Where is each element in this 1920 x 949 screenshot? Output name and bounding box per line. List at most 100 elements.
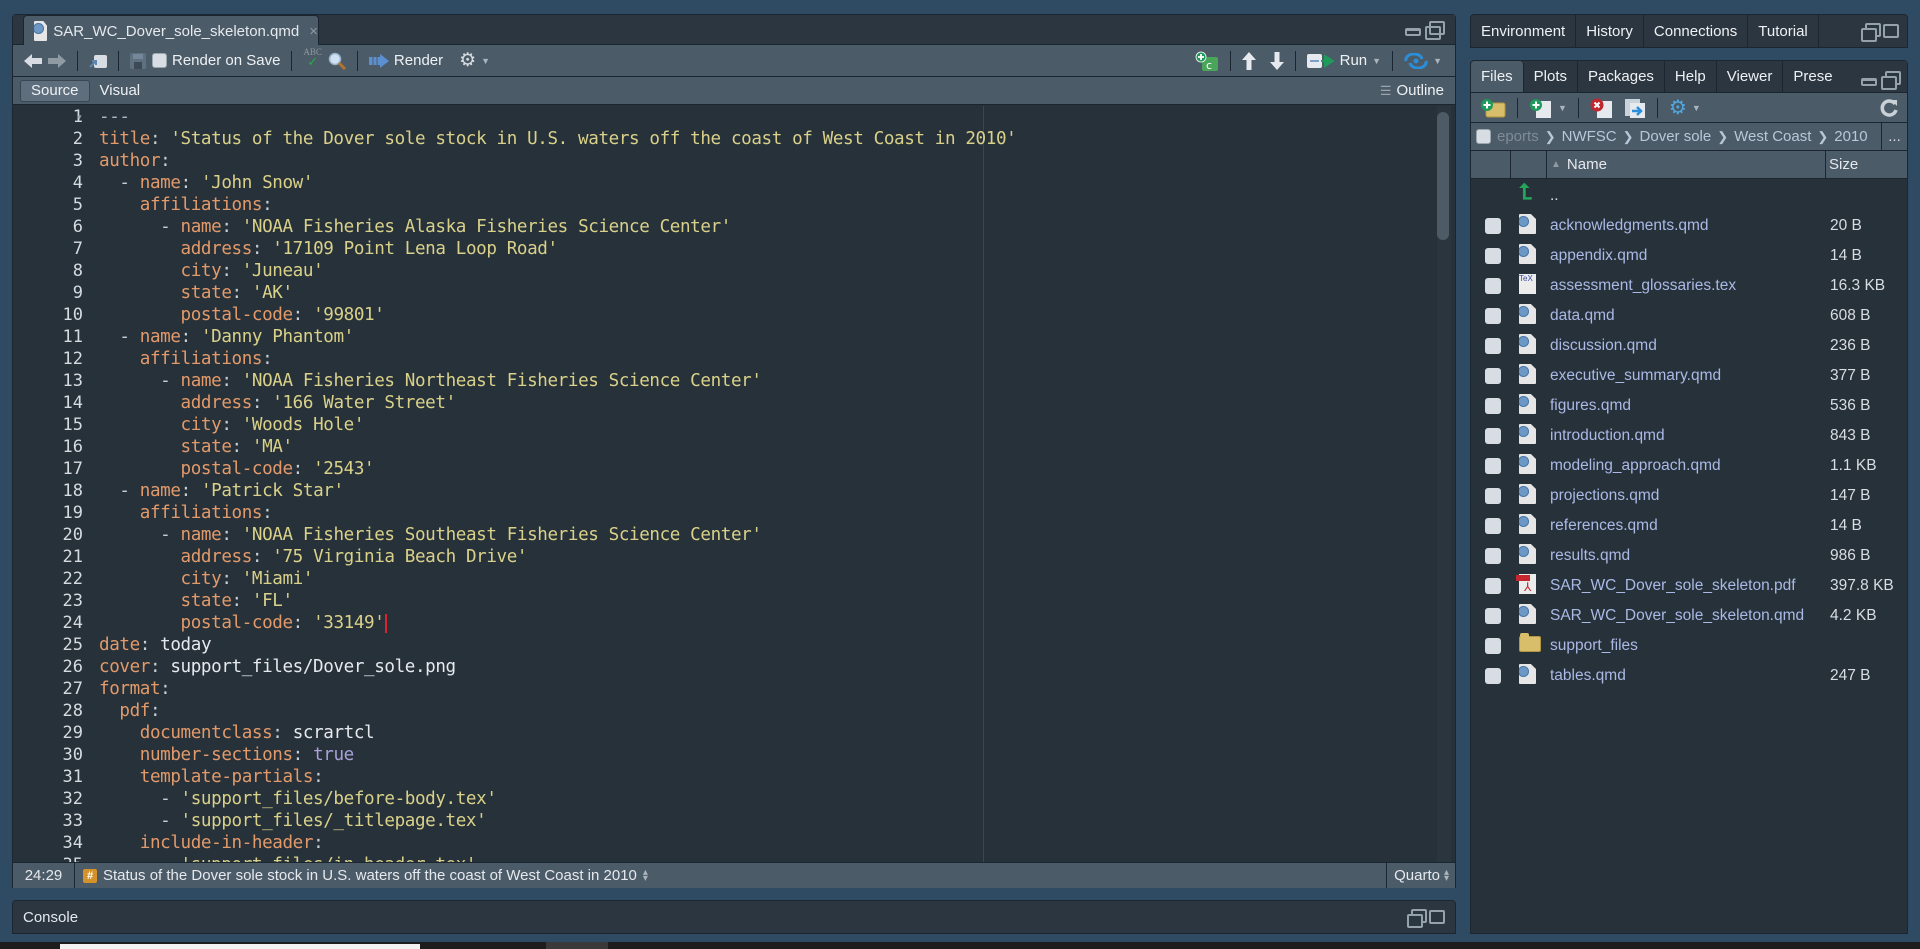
file-select-checkbox[interactable]	[1485, 308, 1501, 324]
file-select-checkbox[interactable]	[1485, 248, 1501, 264]
file-select-checkbox[interactable]	[1485, 278, 1501, 294]
file-select-checkbox[interactable]	[1485, 428, 1501, 444]
file-row[interactable]: SAR_WC_Dover_sole_skeleton.pdf 397.8 KB	[1471, 571, 1907, 601]
parent-directory-label[interactable]: ..	[1550, 187, 1559, 205]
file-name-link[interactable]: figures.qmd	[1550, 397, 1631, 415]
code-line[interactable]: ---	[99, 106, 130, 128]
code-line[interactable]: date: today	[99, 634, 212, 656]
code-line[interactable]: - name: 'John Snow'	[99, 172, 313, 194]
breadcrumb-item[interactable]: 2010	[1834, 128, 1867, 145]
file-row[interactable]: TeX assessment_glossaries.tex 16.3 KB	[1471, 271, 1907, 301]
code-line[interactable]: state: 'FL'	[99, 590, 294, 612]
file-select-checkbox[interactable]	[1485, 548, 1501, 564]
file-row[interactable]: results.qmd 986 B	[1471, 541, 1907, 571]
code-line[interactable]: title: 'Status of the Dover sole stock i…	[99, 128, 1017, 150]
file-row[interactable]: SAR_WC_Dover_sole_skeleton.qmd 4.2 KB	[1471, 601, 1907, 631]
code-line[interactable]: - 'support_files/_titlepage.tex'	[99, 810, 487, 832]
close-tab-icon[interactable]: ×	[309, 23, 318, 40]
file-type-selector[interactable]: Quarto ▴ ▾	[1386, 863, 1455, 888]
file-row[interactable]: appendix.qmd 14 B	[1471, 241, 1907, 271]
code-line[interactable]: documentclass: scrartcl	[99, 722, 375, 744]
file-select-checkbox[interactable]	[1485, 638, 1501, 654]
file-row[interactable]: introduction.qmd 843 B	[1471, 421, 1907, 451]
file-row[interactable]: acknowledgments.qmd 20 B	[1471, 211, 1907, 241]
tab-history[interactable]: History	[1576, 15, 1644, 47]
file-select-checkbox[interactable]	[1485, 338, 1501, 354]
file-name-link[interactable]: introduction.qmd	[1550, 427, 1665, 445]
name-column-header[interactable]: ▲ Name	[1547, 151, 1826, 178]
tab-help[interactable]: Help	[1665, 61, 1717, 92]
delete-file-button[interactable]	[1587, 95, 1617, 121]
restore-pane-icon[interactable]	[1407, 909, 1427, 928]
file-select-checkbox[interactable]	[1485, 608, 1501, 624]
file-name-link[interactable]: executive_summary.qmd	[1550, 367, 1721, 385]
file-name-link[interactable]: SAR_WC_Dover_sole_skeleton.pdf	[1550, 577, 1796, 595]
code-line[interactable]: - name: 'NOAA Fisheries Southeast Fisher…	[99, 524, 762, 546]
tab-environment[interactable]: Environment	[1471, 15, 1577, 47]
restore-pane-icon[interactable]	[1881, 70, 1901, 90]
maximize-pane-icon[interactable]	[1883, 24, 1899, 38]
file-name-link[interactable]: projections.qmd	[1550, 487, 1659, 505]
file-name-link[interactable]: results.qmd	[1550, 547, 1630, 565]
source-mode-button[interactable]: Source	[20, 79, 90, 102]
find-replace-button[interactable]	[325, 48, 349, 74]
show-in-new-window-button[interactable]	[86, 48, 110, 74]
maximize-pane-icon[interactable]	[1429, 910, 1445, 924]
more-file-commands-button[interactable]: ⚙ ▼	[1666, 95, 1704, 121]
run-button[interactable]: Run ▼	[1304, 48, 1384, 74]
console-tab-label[interactable]: Console	[23, 909, 78, 926]
file-row[interactable]: discussion.qmd 236 B	[1471, 331, 1907, 361]
breadcrumb-item[interactable]: Dover sole	[1640, 128, 1712, 145]
file-select-checkbox[interactable]	[1485, 488, 1501, 504]
tab-packages[interactable]: Packages	[1578, 61, 1665, 92]
visual-mode-button[interactable]: Visual	[90, 80, 151, 102]
forward-button[interactable]	[45, 48, 69, 74]
file-row[interactable]: tables.qmd 247 B	[1471, 661, 1907, 691]
code-line[interactable]: - 'support_files/before-body.tex'	[99, 788, 497, 810]
file-row[interactable]: data.qmd 608 B	[1471, 301, 1907, 331]
code-line[interactable]: postal-code: '99801'	[99, 304, 385, 326]
code-line[interactable]: - 'support_files/in-header.tex'	[99, 854, 476, 862]
file-select-checkbox[interactable]	[1485, 458, 1501, 474]
code-line[interactable]: include-in-header:	[99, 832, 324, 854]
insert-code-chunk-button[interactable]: c	[1192, 48, 1222, 74]
file-name-link[interactable]: SAR_WC_Dover_sole_skeleton.qmd	[1550, 607, 1804, 625]
code-line[interactable]: address: '166 Water Street'	[99, 392, 457, 414]
file-name-link[interactable]: references.qmd	[1550, 517, 1658, 535]
code-line[interactable]: city: 'Woods Hole'	[99, 414, 365, 436]
code-editor[interactable]: 1 ▾ 2 3 4 5 6 7 8 9 10 11 12 13 14 15 16 17 18 19 20 21 22 23 24…	[13, 106, 1455, 862]
next-chunk-button[interactable]	[1267, 48, 1287, 74]
tab-connections[interactable]: Connections	[1644, 15, 1749, 47]
file-name-link[interactable]: discussion.qmd	[1550, 337, 1657, 355]
restore-pane-icon[interactable]	[1861, 23, 1881, 42]
code-line[interactable]: template-partials:	[99, 766, 324, 788]
document-tab[interactable]: SAR_WC_Dover_sole_skeleton.qmd ×	[23, 15, 319, 46]
file-name-link[interactable]: modeling_approach.qmd	[1550, 457, 1721, 475]
breadcrumb-item[interactable]: eports	[1497, 128, 1539, 145]
outline-button[interactable]: ☰ Outline	[1377, 78, 1447, 104]
rename-file-button[interactable]	[1621, 95, 1649, 121]
file-row[interactable]: references.qmd 14 B	[1471, 511, 1907, 541]
tab-tutorial[interactable]: Tutorial	[1748, 15, 1819, 47]
size-column-header[interactable]: Size	[1826, 151, 1908, 178]
file-name-link[interactable]: tables.qmd	[1550, 667, 1626, 685]
tab-files[interactable]: Files	[1471, 61, 1524, 92]
code-line[interactable]: affiliations:	[99, 348, 273, 370]
code-line[interactable]: - name: 'NOAA Fisheries Alaska Fisheries…	[99, 216, 731, 238]
editor-scrollbar-thumb[interactable]	[1437, 112, 1449, 240]
breadcrumb-item[interactable]: West Coast	[1734, 128, 1811, 145]
fold-toggle-icon[interactable]: ▾	[77, 112, 82, 123]
file-select-checkbox[interactable]	[1485, 668, 1501, 684]
code-line[interactable]: author:	[99, 150, 171, 172]
code-line[interactable]: state: 'MA'	[99, 436, 294, 458]
render-button[interactable]: Render	[366, 48, 446, 74]
rerun-chunks-button[interactable]: ▼	[1401, 48, 1445, 74]
tab-plots[interactable]: Plots	[1524, 61, 1579, 92]
refresh-files-button[interactable]	[1877, 95, 1901, 121]
go-to-directory-button[interactable]: ...	[1881, 123, 1907, 150]
back-button[interactable]	[21, 48, 45, 74]
code-line[interactable]: address: '75 Virginia Beach Drive'	[99, 546, 528, 568]
file-row[interactable]: support_files	[1471, 631, 1907, 661]
file-name-link[interactable]: assessment_glossaries.tex	[1550, 277, 1736, 295]
new-blank-file-button[interactable]: ▼	[1526, 95, 1570, 121]
